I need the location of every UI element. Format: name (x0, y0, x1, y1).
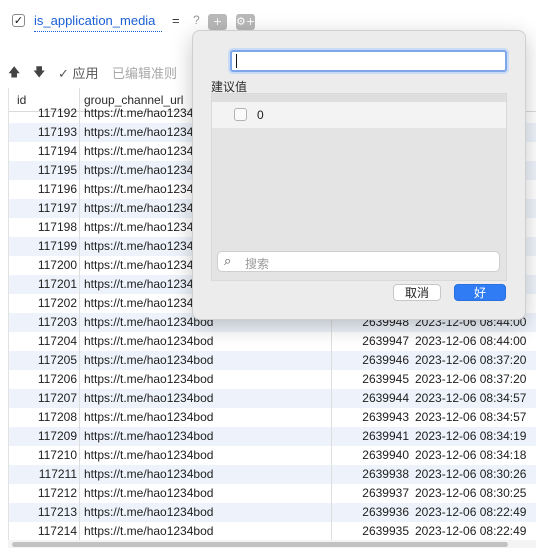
cell-url: https://t.me/hao1234bod (84, 524, 214, 538)
cell-id: 117193 (37, 125, 77, 139)
cell-url: https://t.me/hao1234bod (84, 391, 214, 405)
filter-field-selector[interactable]: is_application_media (34, 13, 155, 28)
table-row[interactable]: 117213 https://t.me/hao1234bod 2639936 2023… (9, 503, 536, 522)
text-caret (236, 54, 237, 68)
cell-id: 117192 (37, 106, 77, 120)
cell-id: 117211 (38, 467, 77, 481)
value-picker-popover: 建议值 0 ⌕ 搜索 取消 好 (192, 30, 526, 320)
cell-number: 2639944 (362, 391, 409, 405)
cell-url: https://t.me/hao1234bod (84, 467, 214, 481)
cell-id: 117205 (37, 353, 77, 367)
cell-number: 2639947 (362, 334, 409, 348)
cell-id: 117209 (37, 429, 77, 443)
cell-datetime: 2023-12-06 08:37:20 (415, 353, 527, 367)
table-row[interactable]: 117207 https://t.me/hao1234bod 2639944 2023… (9, 389, 536, 408)
field-selector-underline (34, 31, 162, 32)
cell-datetime: 2023-12-06 08:30:26 (415, 467, 527, 481)
cell-id: 117200 (37, 258, 77, 272)
more-options-button[interactable]: ⚙+ (236, 14, 255, 30)
cell-number: 2639941 (362, 429, 409, 443)
suggestion-search-placeholder: 搜索 (245, 257, 270, 271)
cell-number: 2639945 (362, 372, 409, 386)
cell-url: https://t.me/hao1234bod (84, 372, 214, 386)
cell-datetime: 2023-12-06 08:34:18 (415, 448, 527, 462)
cell-datetime: 2023-12-06 08:34:57 (415, 391, 527, 405)
cell-datetime: 2023-12-06 08:22:49 (415, 505, 527, 519)
filter-operator-selector[interactable]: = (172, 13, 180, 28)
cell-url: https://t.me/hao1234bod (84, 353, 214, 367)
move-up-icon[interactable]: 🡅 (8, 63, 20, 84)
cell-datetime: 2023-12-06 08:34:19 (415, 429, 527, 443)
cell-id: 117204 (37, 334, 77, 348)
filter-value-placeholder[interactable]: ? (193, 13, 200, 27)
table-row[interactable]: 117208 https://t.me/hao1234bod 2639943 2023… (9, 408, 536, 427)
suggestion-checkbox[interactable] (234, 108, 247, 121)
scrollbar-thumb[interactable] (12, 542, 508, 547)
cell-id: 117197 (37, 201, 77, 215)
cell-id: 117194 (37, 144, 77, 158)
cell-datetime: 2023-12-06 08:30:25 (415, 486, 527, 500)
cell-id: 117210 (37, 448, 77, 462)
cell-number: 2639943 (362, 410, 409, 424)
cell-id: 117196 (37, 182, 77, 196)
column-divider (79, 88, 80, 540)
apply-button[interactable]: ✓ 应用 (58, 63, 99, 82)
cell-id: 117206 (37, 372, 77, 386)
cell-id: 117212 (37, 486, 77, 500)
cell-number: 2639940 (362, 448, 409, 462)
cell-url: https://t.me/hao1234bod (84, 410, 214, 424)
table-row[interactable]: 117214 https://t.me/hao1234bod 2639935 2023… (9, 522, 536, 540)
cell-url: https://t.me/hao1234bod (84, 486, 214, 500)
cell-id: 117213 (37, 505, 77, 519)
cell-id: 117203 (37, 315, 77, 329)
cell-id: 117195 (37, 163, 77, 177)
cell-id: 117199 (37, 239, 77, 253)
cell-datetime: 2023-12-06 08:37:20 (415, 372, 527, 386)
horizontal-scrollbar[interactable] (8, 540, 536, 548)
list-header (212, 94, 506, 102)
search-icon: ⌕ (224, 254, 232, 269)
ok-button[interactable]: 好 (454, 284, 506, 301)
cell-number: 2639935 (362, 524, 409, 538)
table-row[interactable]: 117204 https://t.me/hao1234bod 2639947 2023… (9, 332, 536, 351)
suggestion-label: 0 (257, 108, 264, 122)
cell-id: 117207 (37, 391, 77, 405)
cancel-button[interactable]: 取消 (393, 284, 441, 301)
cell-id: 117201 (37, 277, 77, 291)
cell-url: https://t.me/hao1234bod (84, 429, 214, 443)
cell-number: 2639936 (362, 505, 409, 519)
table-row[interactable]: 117205 https://t.me/hao1234bod 2639946 2023… (9, 351, 536, 370)
cell-datetime: 2023-12-06 08:22:49 (415, 524, 527, 538)
cell-id: 117208 (37, 410, 77, 424)
add-rule-button[interactable]: + (208, 14, 227, 30)
filter-enabled-checkbox[interactable]: ✓ (12, 14, 25, 27)
cell-number: 2639938 (362, 467, 409, 481)
cell-datetime: 2023-12-06 08:34:57 (415, 410, 527, 424)
cell-number: 2639937 (362, 486, 409, 500)
suggestion-search-field[interactable]: ⌕ 搜索 (217, 251, 500, 272)
cell-id: 117214 (37, 524, 77, 538)
cell-number: 2639946 (362, 353, 409, 367)
table-row[interactable]: 117211 https://t.me/hao1234bod 2639938 2023… (9, 465, 536, 484)
cell-url: https://t.me/hao1234bod (84, 334, 214, 348)
cell-url: https://t.me/hao1234bod (84, 448, 214, 462)
value-input[interactable] (230, 50, 507, 72)
cell-url: https://t.me/hao1234bod (84, 505, 214, 519)
table-row[interactable]: 117209 https://t.me/hao1234bod 2639941 2023… (9, 427, 536, 446)
edited-rules-label: 已编辑准则 (112, 66, 178, 81)
table-row[interactable]: 117212 https://t.me/hao1234bod 2639937 2023… (9, 484, 536, 503)
table-row[interactable]: 117206 https://t.me/hao1234bod 2639945 2023… (9, 370, 536, 389)
table-row[interactable]: 117210 https://t.me/hao1234bod 2639940 2023… (9, 446, 536, 465)
suggestion-item[interactable]: 0 (212, 102, 506, 128)
cell-datetime: 2023-12-06 08:44:00 (415, 334, 527, 348)
cell-id: 117202 (37, 296, 77, 310)
cell-id: 117198 (37, 220, 77, 234)
move-down-icon[interactable]: 🡇 (33, 63, 45, 84)
